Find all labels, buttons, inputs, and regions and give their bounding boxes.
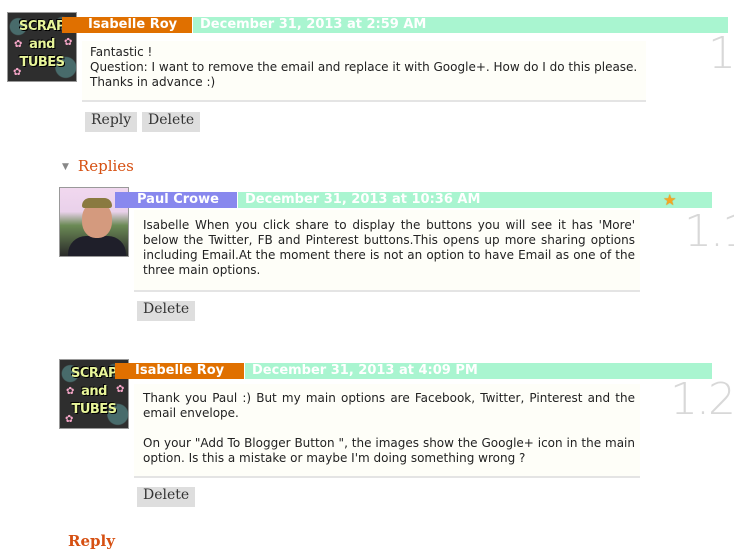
comment-text: On your "Add To Blogger Button ", the im… (143, 436, 635, 465)
comment-body: Isabelle When you click share to display… (134, 210, 640, 292)
comment-body: Thank you Paul :) But my main options ar… (134, 384, 640, 478)
avatar-shirt (68, 236, 126, 256)
replies-toggle[interactable]: ▼ Replies (62, 157, 134, 175)
comment-number: 1.2 (670, 374, 734, 425)
star-icon: ★ (663, 191, 677, 209)
reply-button[interactable]: Reply (85, 112, 138, 132)
comment-date[interactable]: December 31, 2013 at 10:36 AM (245, 192, 480, 208)
reply-link[interactable]: Reply (68, 532, 115, 550)
comment-text: Thank you Paul :) But my main options ar… (143, 391, 635, 420)
delete-button[interactable]: Delete (142, 112, 201, 132)
author-name[interactable]: Paul Crowe (115, 192, 237, 208)
comment-text: Thanks in advance :) (90, 75, 216, 89)
flower-icon: ✿ (14, 39, 23, 50)
flower-icon: ✿ (13, 67, 22, 78)
triangle-down-icon: ▼ (62, 162, 69, 172)
comment-date[interactable]: December 31, 2013 at 2:59 AM (200, 17, 426, 33)
comment-text: Question: I want to remove the email and… (90, 60, 638, 74)
flower-icon: ✿ (64, 37, 73, 48)
comment-text: Fantastic ! (90, 45, 153, 59)
flower-icon: ✿ (66, 386, 75, 397)
flower-icon: ✿ (65, 414, 74, 425)
comment-date[interactable]: December 31, 2013 at 4:09 PM (252, 363, 478, 379)
delete-button[interactable]: Delete (137, 487, 196, 507)
author-name[interactable]: Isabelle Roy (115, 363, 244, 379)
comment-text: Isabelle When you click share to display… (143, 218, 635, 277)
delete-button[interactable]: Delete (137, 301, 196, 321)
author-name[interactable]: Isabelle Roy (62, 17, 192, 33)
comment-number: 1 (708, 28, 734, 79)
avatar-hair (82, 198, 112, 208)
flower-icon: ✿ (116, 384, 125, 395)
comment-number: 1.1 (684, 206, 734, 257)
replies-label: Replies (77, 157, 134, 175)
comment-body: Fantastic ! Question: I want to remove t… (82, 41, 646, 102)
